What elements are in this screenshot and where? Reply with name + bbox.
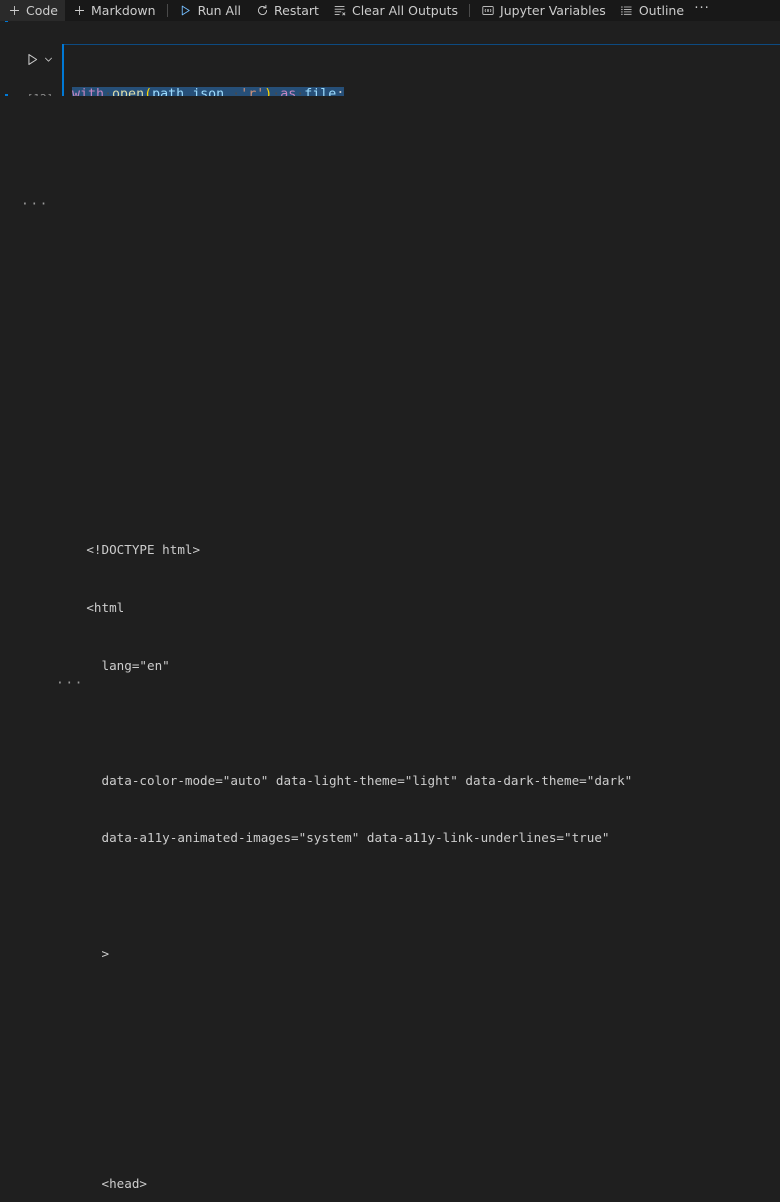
plus-icon — [72, 4, 86, 18]
run-all-label: Run All — [197, 3, 242, 18]
variables-icon — [481, 4, 495, 18]
run-all-button[interactable]: Run All — [172, 0, 248, 21]
outline-label: Outline — [638, 3, 685, 18]
add-markdown-cell-button[interactable]: Markdown — [65, 0, 163, 21]
plus-icon — [7, 4, 21, 18]
notebook-toolbar: Code Markdown Run All Restart Clear All … — [0, 0, 780, 22]
output-line-gt: > — [56, 945, 110, 961]
output-collapse-ellipsis-bottom[interactable]: ··· — [56, 676, 84, 691]
run-options-chevron[interactable] — [41, 50, 55, 68]
outline-button[interactable]: Outline — [613, 0, 691, 21]
code-cell[interactable]: [12] with·open(path_json,·'r')·as·file: … — [0, 22, 780, 156]
add-code-cell-label: Code — [26, 3, 59, 18]
notebook-editor: Code Markdown Run All Restart Clear All … — [0, 0, 780, 1191]
output-collapse-ellipsis-top[interactable]: ··· — [21, 197, 49, 212]
play-icon — [27, 53, 37, 65]
run-cell-button[interactable] — [23, 50, 41, 68]
output-text: <!DOCTYPE html> <html lang="en" data-col… — [56, 214, 772, 1202]
toolbar-divider — [166, 4, 168, 17]
output-line-doctype: <!DOCTYPE html> — [56, 542, 201, 558]
jupyter-variables-button[interactable]: Jupyter Variables — [474, 0, 613, 21]
play-outline-icon — [179, 4, 193, 18]
cell-focus-top-border — [62, 44, 780, 45]
chevron-down-icon — [44, 57, 52, 62]
restart-icon — [255, 4, 269, 18]
clear-all-outputs-button[interactable]: Clear All Outputs — [326, 0, 465, 21]
output-line-head: <head> — [56, 1175, 147, 1191]
output-line-data-theme: data-color-mode="auto" data-light-theme=… — [56, 772, 633, 788]
output-line-data-a11y: data-a11y-animated-images="system" data-… — [56, 830, 610, 846]
clear-outputs-icon — [333, 4, 347, 18]
toolbar-more-actions-button[interactable]: ··· — [691, 0, 713, 24]
jupyter-variables-label: Jupyter Variables — [500, 3, 606, 18]
cell-output-area: ··· <!DOCTYPE html> <html lang="en" data… — [0, 96, 780, 1191]
clear-all-outputs-label: Clear All Outputs — [351, 3, 459, 18]
output-line-lang: lang="en" — [56, 657, 170, 673]
add-code-cell-button[interactable]: Code — [0, 0, 66, 21]
toolbar-divider — [469, 4, 471, 17]
outline-icon — [620, 4, 634, 18]
restart-kernel-button[interactable]: Restart — [248, 0, 326, 21]
restart-kernel-label: Restart — [274, 3, 319, 18]
add-markdown-cell-label: Markdown — [91, 3, 156, 18]
